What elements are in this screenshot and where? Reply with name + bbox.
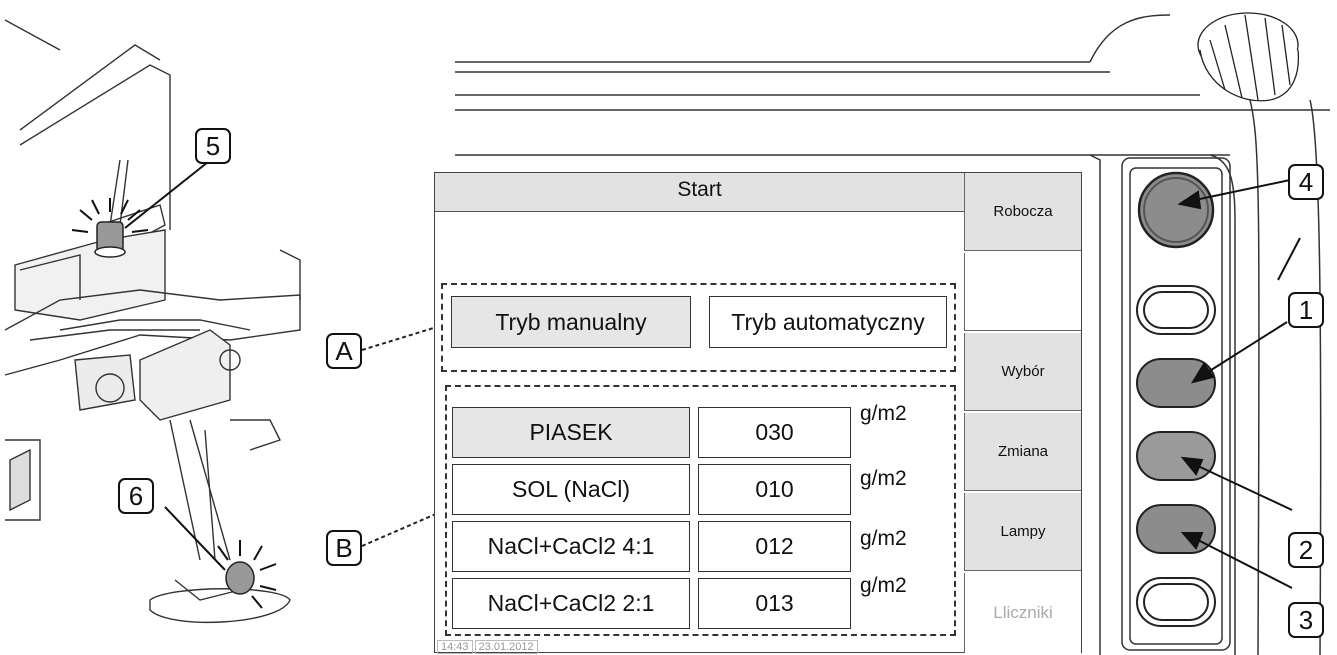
status-date: 23.01.2012 (474, 640, 538, 654)
softkey-empty[interactable] (964, 253, 1081, 331)
status-time: 14:43 (437, 640, 473, 654)
material-unit-1: g/m2 (860, 402, 907, 425)
hardware-buttons (1136, 171, 1216, 627)
material-unit-3: g/m2 (860, 527, 907, 550)
joystick-knob-icon (1197, 12, 1300, 102)
material-name-3[interactable]: NaCl+CaCl2 4:1 (452, 521, 690, 572)
screen-title: Start (435, 173, 964, 212)
callout-6: 6 (118, 478, 154, 514)
softkey-liczniki[interactable]: Lliczniki (964, 573, 1081, 653)
softkey-robocza[interactable]: Robocza (964, 173, 1081, 251)
material-name-4[interactable]: NaCl+CaCl2 2:1 (452, 578, 690, 629)
material-name-2[interactable]: SOL (NaCl) (452, 464, 690, 515)
dashed-leaders (361, 325, 446, 547)
material-value-3[interactable]: 012 (698, 521, 851, 572)
spreader-machine-drawing (4, 19, 301, 623)
softkey-lampy[interactable]: Lampy (964, 493, 1081, 571)
status-bar: 14:43 23.01.2012 (437, 640, 540, 654)
material-unit-4: g/m2 (860, 574, 907, 597)
material-name-1[interactable]: PIASEK (452, 407, 690, 458)
softkey-wybor[interactable]: Wybór (964, 333, 1081, 411)
callout-2: 2 (1288, 532, 1324, 568)
material-value-1[interactable]: 030 (698, 407, 851, 458)
callout-3: 3 (1288, 602, 1324, 638)
callout-5: 5 (195, 128, 231, 164)
material-value-4[interactable]: 013 (698, 578, 851, 629)
mode-automatic-button[interactable]: Tryb automatyczny (709, 296, 947, 348)
callout-a: A (326, 333, 362, 369)
callout-b: B (326, 530, 362, 566)
softkey-zmiana[interactable]: Zmiana (964, 413, 1081, 491)
callout-4: 4 (1288, 164, 1324, 200)
callout-1: 1 (1288, 292, 1324, 328)
material-unit-2: g/m2 (860, 467, 907, 490)
material-value-2[interactable]: 010 (698, 464, 851, 515)
mode-manual-button[interactable]: Tryb manualny (451, 296, 691, 348)
